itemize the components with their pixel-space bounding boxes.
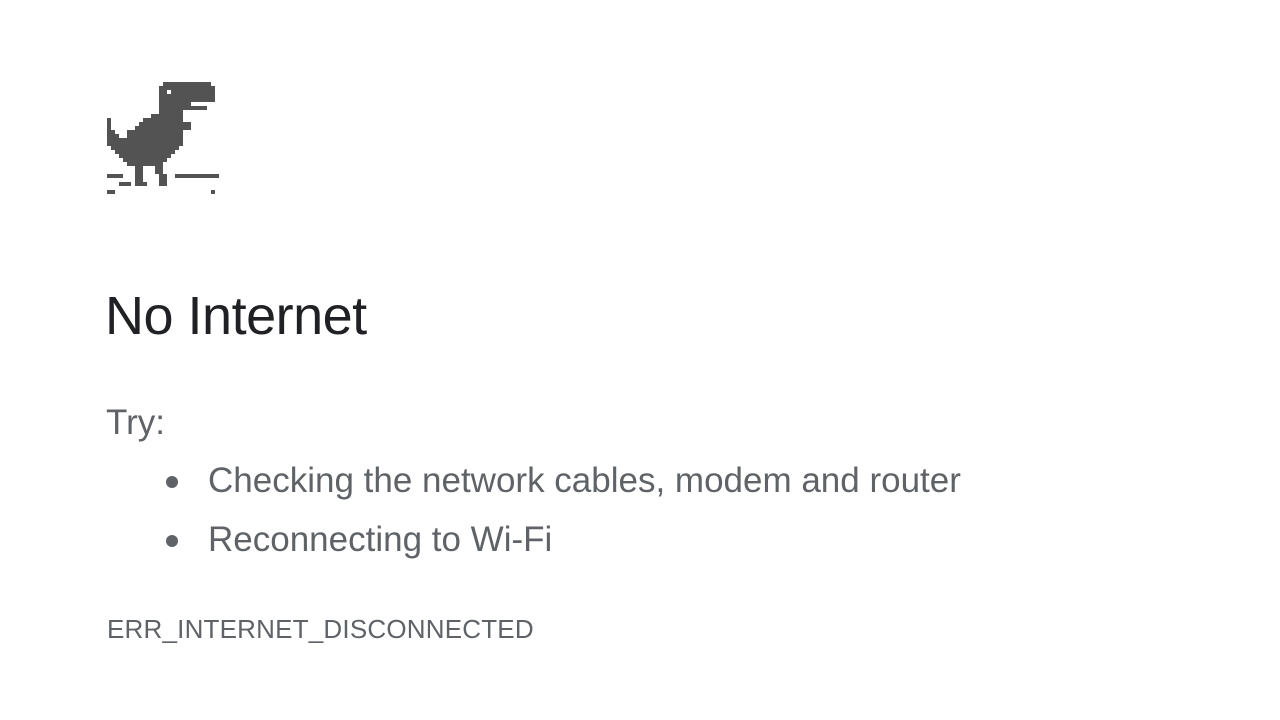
error-code: ERR_INTERNET_DISCONNECTED <box>107 614 534 644</box>
suggestion-text: Checking the network cables, modem and r… <box>208 461 961 500</box>
list-item: Checking the network cables, modem and r… <box>162 460 961 519</box>
bullet-icon <box>166 476 178 488</box>
suggestions-list: Checking the network cables, modem and r… <box>162 460 961 578</box>
offline-error-page: No Internet Try: Checking the network ca… <box>0 0 1280 720</box>
page-title: No Internet <box>105 286 367 346</box>
list-item: Reconnecting to Wi-Fi <box>162 519 961 578</box>
suggestion-text: Reconnecting to Wi-Fi <box>208 520 553 559</box>
dinosaur-icon[interactable] <box>107 82 219 194</box>
bullet-icon <box>166 535 178 547</box>
suggestions-heading: Try: <box>106 403 165 442</box>
